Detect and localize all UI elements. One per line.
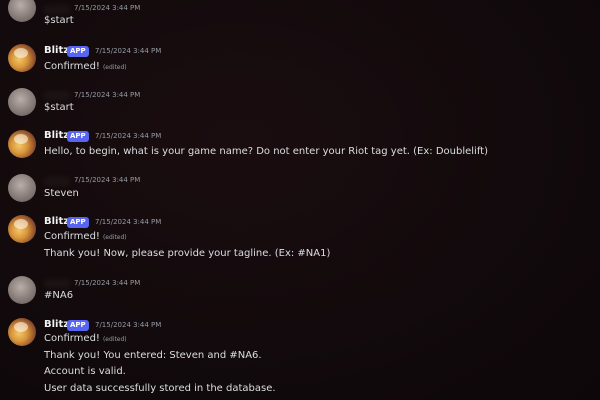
message-text: Hello, to begin, what is your game name?… [44, 146, 488, 157]
edited-label: (edited) [102, 336, 127, 343]
username-redacted [44, 5, 70, 14]
message-text-content: Confirmed! [44, 333, 100, 344]
message-timestamp: 7/15/2024 3:44 PM [95, 321, 162, 329]
bot-avatar[interactable] [8, 318, 36, 346]
message-text: Confirmed! (edited) [44, 333, 127, 344]
message-text: Thank you! You entered: Steven and #NA6. [44, 350, 262, 361]
message-text: Confirmed! (edited) [44, 61, 127, 72]
message-text: #NA6 [44, 290, 74, 301]
username-redacted [44, 279, 70, 288]
username-redacted [44, 177, 70, 186]
user-avatar[interactable] [8, 88, 36, 116]
bot-username[interactable]: Blitz [44, 216, 69, 227]
message-text: Thank you! Now, please provide your tagl… [44, 248, 331, 259]
app-badge: APP [67, 320, 89, 331]
user-avatar[interactable] [8, 0, 36, 22]
message-timestamp: 7/15/2024 3:44 PM [95, 47, 162, 55]
message-text: Confirmed! (edited) [44, 231, 127, 242]
app-badge: APP [67, 131, 89, 142]
message-text: Steven [44, 188, 79, 199]
bot-username[interactable]: Blitz [44, 130, 69, 141]
message-text: $start [44, 102, 74, 113]
message-timestamp: 7/15/2024 3:44 PM [74, 176, 141, 184]
app-badge: APP [67, 46, 89, 57]
bot-avatar[interactable] [8, 44, 36, 72]
bot-username[interactable]: Blitz [44, 45, 69, 56]
message-text: Account is valid. [44, 366, 126, 377]
message-timestamp: 7/15/2024 3:44 PM [74, 91, 141, 99]
user-avatar[interactable] [8, 276, 36, 304]
user-avatar[interactable] [8, 174, 36, 202]
bot-avatar[interactable] [8, 215, 36, 243]
message-timestamp: 7/15/2024 3:44 PM [95, 132, 162, 140]
message-timestamp: 7/15/2024 3:44 PM [95, 218, 162, 226]
message-timestamp: 7/15/2024 3:44 PM [74, 4, 141, 12]
message-text-content: Confirmed! [44, 61, 100, 72]
message-timestamp: 7/15/2024 3:44 PM [74, 279, 141, 287]
message-text: User data successfully stored in the dat… [44, 383, 276, 394]
edited-label: (edited) [102, 234, 127, 241]
message-text-content: Confirmed! [44, 231, 100, 242]
username-redacted [44, 91, 70, 100]
bot-avatar[interactable] [8, 130, 36, 158]
bot-username[interactable]: Blitz [44, 319, 69, 330]
app-badge: APP [67, 217, 89, 228]
edited-label: (edited) [102, 64, 127, 71]
message-text: $start [44, 15, 74, 26]
